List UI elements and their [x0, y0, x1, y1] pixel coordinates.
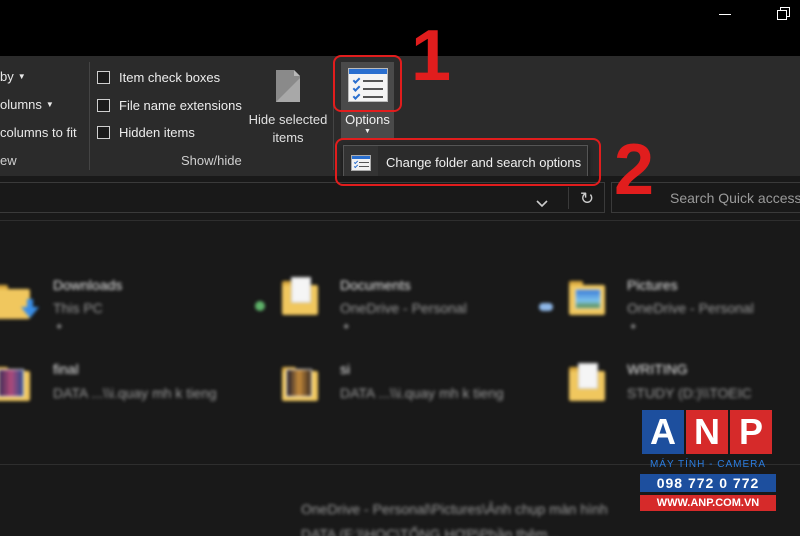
- annotation-box-options: [333, 55, 402, 112]
- current-view-group-label: ew: [0, 153, 17, 168]
- sort-by-button[interactable]: by ▼: [0, 69, 26, 84]
- title-bar: [0, 0, 800, 56]
- restore-icon[interactable]: [777, 7, 791, 21]
- file-name-extensions-checkbox[interactable]: File name extensions: [97, 96, 242, 114]
- hide-selected-items-button[interactable]: Hide selected items: [246, 66, 330, 146]
- pin-icon: ✦: [55, 322, 64, 333]
- refresh-icon[interactable]: ↻: [576, 189, 598, 209]
- item-check-boxes-checkbox[interactable]: Item check boxes: [97, 68, 220, 86]
- minimize-icon[interactable]: [719, 14, 731, 15]
- annotation-box-menu-item: [335, 138, 601, 186]
- folder-icon: [569, 363, 605, 401]
- download-icon: [27, 299, 33, 307]
- chevron-down-icon: ▼: [45, 100, 54, 109]
- folder-icon: [569, 281, 605, 315]
- folder-icon: [282, 367, 318, 401]
- hide-document-icon: [276, 70, 300, 102]
- annotation-step-1: 1: [411, 16, 452, 96]
- checkbox-box[interactable]: [97, 98, 110, 112]
- add-columns-button[interactable]: olumns ▼: [0, 97, 54, 112]
- address-bar[interactable]: ↻: [0, 182, 605, 213]
- checkbox-box[interactable]: [97, 125, 110, 139]
- chevron-down-icon: ▼: [364, 128, 371, 135]
- pin-icon: ✦: [342, 322, 351, 333]
- annotation-step-2: 2: [614, 130, 655, 210]
- chevron-down-icon: ▼: [17, 72, 26, 81]
- checkbox-box[interactable]: [97, 70, 110, 84]
- pin-icon: ✦: [629, 322, 638, 333]
- anp-logo: A N P MÁY TÍNH - CAMERA 098 772 0 772 WW…: [640, 410, 776, 516]
- size-columns-to-fit-button[interactable]: columns to fit: [0, 125, 77, 140]
- cloud-icon: [539, 303, 553, 311]
- folder-icon: [282, 277, 318, 315]
- chevron-down-icon[interactable]: [535, 197, 549, 211]
- sync-status-icon: [255, 301, 265, 311]
- folder-icon: [0, 367, 30, 401]
- show-hide-group-label: Show/hide: [181, 153, 242, 168]
- hidden-items-checkbox[interactable]: Hidden items: [97, 123, 195, 141]
- group-divider: [89, 62, 90, 170]
